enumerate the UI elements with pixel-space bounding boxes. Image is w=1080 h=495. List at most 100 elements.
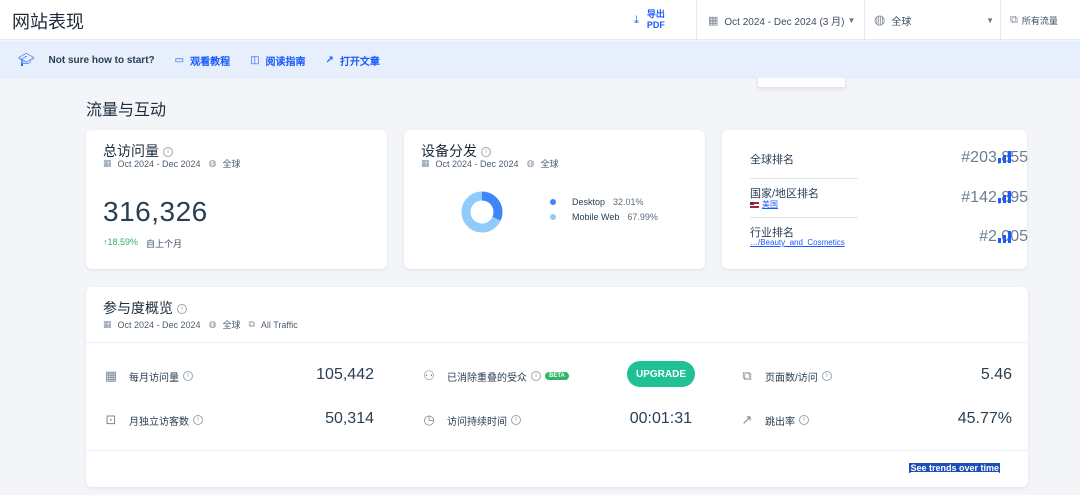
info-icon[interactable]: i <box>821 371 832 381</box>
legend-item-desktop: Desktop 32.01% <box>550 194 658 209</box>
calendar-icon: ▦ <box>421 158 430 168</box>
engagement-divider <box>86 450 1028 451</box>
region-dropdown[interactable]: ◍ 全球 ▼ <box>874 0 994 40</box>
info-icon[interactable]: i <box>177 304 187 315</box>
metric-label: 月独立访客数 <box>129 416 189 428</box>
globe-icon: ◍ <box>526 158 535 168</box>
date-range-dropdown[interactable]: ▦ Oct 2024 - Dec 2024 (3 月) ▼ <box>708 0 855 40</box>
industry-link[interactable]: …/Beauty_and_Cosmetics <box>750 238 845 247</box>
deduplicated-audience-metric: ⚇ 已消除重叠的受众 i BETA <box>421 366 569 386</box>
bar-chart-icon[interactable] <box>998 191 1012 203</box>
date-range-value: Oct 2024 - Dec 2024 (3 月) <box>724 16 845 28</box>
traffic-value: 所有流量 <box>1021 15 1058 26</box>
read-guide-link[interactable]: ◫ 阅读指南 <box>250 53 305 68</box>
video-icon: ▭ <box>174 54 185 66</box>
graduation-cap-icon: 🎓︎ <box>18 52 35 67</box>
engagement-card: 参与度概览 i ▦ Oct 2024 - Dec 2024 ◍ 全球 ⧉ All … <box>86 287 1028 487</box>
meta-date: Oct 2024 - Dec 2024 <box>117 158 201 169</box>
trend-change: ↑18.59% <box>103 237 139 247</box>
globe-icon: ◍ <box>208 319 217 329</box>
export-label-line2: PDF <box>646 20 665 30</box>
bar-chart-icon[interactable] <box>998 231 1012 243</box>
country-rank-row: 国家/地区排名 美国 #142,895 <box>750 185 1028 225</box>
metric-label: 已消除重叠的受众 <box>447 372 527 384</box>
calendar-icon: ▦ <box>103 158 112 168</box>
bounce-rate-metric: ↗ 跳出率 i <box>739 410 809 430</box>
rank-value: #203,855 <box>961 149 1028 166</box>
external-link-icon: ↗ <box>325 54 334 66</box>
legend-item-mobile: Mobile Web 67.99% <box>550 209 658 224</box>
read-guide-label: 阅读指南 <box>265 56 306 68</box>
trend-arrow-icon: ↗ <box>741 412 753 427</box>
monthly-visits-metric: ▦ 每月访问量 i <box>103 366 193 386</box>
export-pdf-button[interactable]: ⤓ 导出 PDF <box>634 0 665 40</box>
open-article-label: 打开文章 <box>339 56 380 68</box>
see-trends-link[interactable]: See trends over time <box>909 463 1000 473</box>
info-icon[interactable]: i <box>511 415 521 425</box>
visit-duration-metric: ◷ 访问持续时间 i <box>421 410 521 430</box>
top-bar: 网站表现 ⤓ 导出 PDF ▦ Oct 2024 - Dec 2024 (3 月… <box>0 0 1080 40</box>
calendar-icon: ▦ <box>104 368 118 383</box>
export-label-line1: 导出 <box>646 9 665 19</box>
rank-value: #142,895 <box>961 189 1028 206</box>
chevron-down-icon: ▼ <box>986 15 994 25</box>
pages-per-visit-metric: ⧉ 页面数/访问 i <box>739 366 832 386</box>
onboarding-bar: 🎓︎ Not sure how to start? ▭ 观看教程 ◫ 阅读指南 … <box>0 41 1080 79</box>
traffic-filter[interactable]: ⧉ 所有流量 <box>1010 0 1058 40</box>
header-divider <box>1000 0 1001 40</box>
metric-label: 页面数/访问 <box>765 372 818 384</box>
info-icon[interactable]: i <box>193 415 203 425</box>
download-icon: ⤓ <box>634 13 639 26</box>
country-link[interactable]: 美国 <box>750 199 778 210</box>
legend-dot <box>550 213 556 220</box>
total-visits-card: 总访问量 i ▦ Oct 2024 - Dec 2024 ◍ 全球 316,326… <box>86 130 387 269</box>
monthly-visits-value: 105,442 <box>316 366 374 383</box>
visits-trend: ↑18.59% 自上个月 <box>103 237 182 250</box>
globe-icon: ◍ <box>874 12 886 27</box>
device-legend: Desktop 32.01% Mobile Web 67.99% <box>550 194 658 224</box>
meta-date: Oct 2024 - Dec 2024 <box>117 319 201 330</box>
book-icon: ◫ <box>250 54 260 66</box>
legend-label: Mobile Web <box>572 211 620 222</box>
region-value: 全球 <box>891 16 912 28</box>
card-title: 参与度概览 i <box>103 298 187 318</box>
legend-pct: 67.99% <box>627 211 658 222</box>
traffic-icon: ⧉ <box>248 319 255 329</box>
meta-region: 全球 <box>222 159 241 169</box>
header-divider <box>864 0 865 40</box>
rank-divider <box>750 217 858 218</box>
open-article-link[interactable]: ↗ 打开文章 <box>326 53 380 68</box>
beta-badge: BETA <box>545 372 569 380</box>
us-flag-icon <box>750 201 759 208</box>
calendar-icon: ▦ <box>103 319 112 329</box>
tooltip-remnant <box>757 78 846 88</box>
engagement-divider <box>86 342 1028 343</box>
watch-tutorial-label: 观看教程 <box>190 56 231 68</box>
info-icon[interactable]: i <box>799 415 809 425</box>
info-icon[interactable]: i <box>183 371 193 381</box>
watch-tutorial-link[interactable]: ▭ 观看教程 <box>175 53 230 68</box>
bounce-rate-value: 45.77% <box>957 410 1012 427</box>
info-icon[interactable]: i <box>163 147 173 158</box>
metric-label: 访问持续时间 <box>447 416 507 428</box>
pages-per-visit-value: 5.46 <box>980 366 1012 383</box>
metric-label: 每月访问量 <box>129 372 179 384</box>
device-distribution-card: 设备分发 i ▦ Oct 2024 - Dec 2024 ◍ 全球 Desktop… <box>404 130 705 269</box>
pages-icon: ⧉ <box>742 368 752 383</box>
info-icon[interactable]: i <box>531 371 541 381</box>
rank-label: 全球排名 <box>750 154 794 166</box>
metric-label: 跳出率 <box>765 416 795 428</box>
meta-region: 全球 <box>222 320 241 330</box>
card-title-text: 参与度概览 <box>103 300 173 316</box>
globe-icon: ◍ <box>208 158 217 168</box>
unique-visitors-value: 50,314 <box>325 410 374 427</box>
legend-pct: 32.01% <box>613 196 644 207</box>
trend-compare: 自上个月 <box>146 239 183 249</box>
meta-traffic: All Traffic <box>260 319 298 330</box>
stopwatch-icon: ◷ <box>423 412 435 427</box>
users-icon: ⚇ <box>423 368 435 383</box>
bar-chart-icon[interactable] <box>998 151 1012 163</box>
upgrade-button[interactable]: UPGRADE <box>627 361 695 387</box>
legend-label: Desktop <box>572 196 606 207</box>
info-icon[interactable]: i <box>481 147 491 158</box>
